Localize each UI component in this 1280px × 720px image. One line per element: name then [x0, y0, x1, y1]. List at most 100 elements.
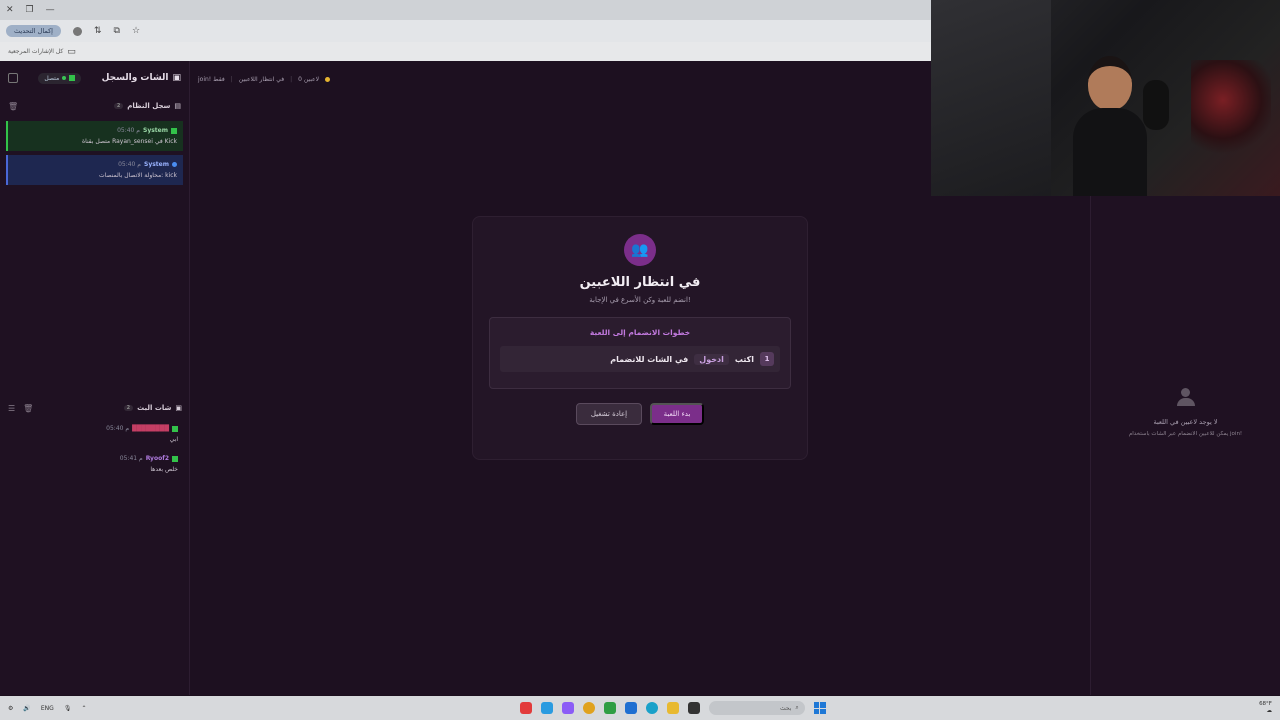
join-steps-box: خطوات الانضمام إلى اللعبة في الشات للانض…	[489, 317, 791, 389]
discord-icon[interactable]	[561, 702, 574, 714]
start-game-button[interactable]: بدء اللعبة	[650, 403, 704, 425]
system-log-count: 2	[113, 103, 124, 109]
separator: |	[290, 75, 293, 83]
player-count-label: 0 لاعبين	[298, 75, 320, 83]
step-number: 1	[760, 352, 774, 366]
players-panel: لا يوجد لاعبين في اللعبة يمكن للاعبين ال…	[1090, 196, 1280, 695]
kick-logo-icon	[172, 455, 178, 462]
chevron-up-icon[interactable]: ⌃	[81, 705, 86, 712]
telegram-icon[interactable]	[540, 702, 553, 714]
xbox-icon[interactable]	[603, 702, 616, 714]
app-icon[interactable]	[519, 702, 532, 714]
filter-icon[interactable]: ☰	[8, 404, 15, 413]
chat-bubble-icon: ▣	[172, 73, 181, 83]
streamer-figure	[1073, 56, 1147, 196]
log-time: 05:40 م	[117, 127, 140, 134]
chat-text: ابي	[169, 436, 178, 443]
edge-icon[interactable]	[645, 702, 658, 714]
chat-time: 05:41 م	[119, 455, 143, 462]
live-chat-header: ☰ 🗑 2 شات البث ▣	[0, 397, 190, 419]
mic-icon[interactable]: 🎙	[64, 705, 72, 712]
join-only-label: join! فقط	[198, 75, 225, 83]
webcam-lights	[1191, 60, 1271, 160]
browser-toolbar: إكمال التحديث ⇅ ⧉ ☆	[0, 20, 931, 42]
webcam-overlay	[931, 0, 1280, 196]
users-icon: 👥	[624, 234, 656, 266]
extensions-icon[interactable]: ⇅	[94, 26, 102, 36]
live-chat-section: ☰ 🗑 2 شات البث ▣ 05:40 م ████████ ابي 05…	[0, 397, 190, 479]
speaker-icon[interactable]: 🔊	[23, 705, 30, 712]
join-command: ادخول	[694, 353, 729, 365]
restore-icon[interactable]: ❐	[26, 5, 34, 15]
terminal-icon[interactable]	[687, 702, 700, 714]
chat-message: 05:41 م Ryoof2 خلص بعدها	[0, 449, 190, 479]
status-dot-icon	[325, 76, 331, 82]
person-icon	[1176, 388, 1195, 406]
windows-start-icon[interactable]	[813, 702, 826, 714]
bookmarks-bar: كل الإشارات المرجعية ▭	[0, 42, 931, 61]
waiting-card: 👥 في انتظار اللاعبين انضم للعبة وكن الأس…	[472, 216, 808, 460]
info-dot-icon	[172, 162, 177, 167]
folder-icon[interactable]	[666, 702, 679, 714]
profile-icon[interactable]	[72, 26, 82, 36]
join-step: في الشات للانضمام ادخول اكتب 1	[500, 346, 780, 372]
close-icon[interactable]: ✕	[6, 5, 14, 15]
kick-logo-icon	[172, 425, 178, 432]
live-chat-count: 2	[123, 405, 134, 411]
tabs-icon[interactable]: ⧉	[114, 26, 120, 36]
connection-status-badge: متصل	[38, 72, 82, 84]
taskbar-apps: بحث ⌕	[519, 701, 826, 715]
minimize-icon[interactable]: —	[46, 5, 55, 15]
taskbar: ⚙ 🔊 ENG 🎙 ⌃ بحث ⌕ 68°F ☁	[0, 696, 1280, 720]
sidebar-title-text: الشات والسجل	[101, 73, 169, 83]
chrome-icon[interactable]	[582, 702, 595, 714]
game-status-bar: join! فقط | في انتظار اللاعبين | 0 لاعبي…	[190, 61, 931, 97]
browser-chrome: ✕ ❐ — إكمال التحديث ⇅ ⧉ ☆ كل الإشارات ال…	[0, 0, 931, 61]
log-time: 05:40 م	[118, 161, 141, 168]
trash-icon[interactable]: 🗑	[23, 404, 33, 413]
no-players-hint: يمكن للاعبين الانضمام عبر الشات باستخدام…	[1128, 431, 1243, 437]
restart-button[interactable]: إعادة تشغيل	[576, 403, 642, 425]
update-button[interactable]: إكمال التحديث	[6, 25, 61, 37]
step-suffix: في الشات للانضمام	[610, 354, 689, 364]
bookmarks-label[interactable]: كل الإشارات المرجعية	[8, 48, 63, 55]
trash-icon[interactable]: 🗑	[8, 102, 18, 111]
sidebar-collapse-icon[interactable]	[8, 73, 18, 83]
chat-username: ████████	[132, 425, 169, 432]
system-log-header: 🗑 2 سجل النظام ▤	[0, 95, 189, 117]
search-placeholder: بحث	[779, 704, 792, 712]
join-steps-title: خطوات الانضمام إلى اللعبة	[589, 328, 691, 337]
taskbar-search[interactable]: بحث ⌕	[708, 701, 805, 715]
card-actions: إعادة تشغيل بدء اللعبة	[473, 403, 807, 425]
settings-icon[interactable]: ⚙	[8, 705, 13, 712]
chat-text: خلص بعدها	[150, 466, 178, 473]
weather-temp: 68°F	[1259, 701, 1272, 707]
kick-logo-icon	[69, 75, 76, 81]
lang-indicator[interactable]: ENG	[41, 705, 54, 712]
no-players-title: لا يوجد لاعبين في اللعبة	[1153, 418, 1218, 426]
log-entry: 05:40 م System متصل بقناة Rayan_sensei ف…	[6, 121, 183, 151]
sidebar: متصل الشات والسجل ▣ 🗑 2 سجل النظام ▤ 05:…	[0, 61, 190, 695]
sidebar-header: متصل الشات والسجل ▣	[0, 61, 189, 95]
kick-logo-icon	[171, 127, 177, 134]
log-icon: ▤	[174, 102, 181, 110]
browser-titlebar: ✕ ❐ —	[0, 0, 931, 20]
weather-icon: ☁	[1266, 708, 1272, 714]
step-write: اكتب	[734, 354, 754, 364]
search-icon: ⌕	[795, 704, 799, 711]
live-chat-title: شات البث	[137, 404, 172, 412]
log-sender: System	[143, 127, 168, 134]
folder-icon: ▭	[67, 46, 76, 57]
weather-widget[interactable]: 68°F ☁	[1259, 701, 1272, 715]
chat-message: 05:40 م ████████ ابي	[0, 419, 190, 449]
vscode-icon[interactable]	[624, 702, 637, 714]
log-sender: System	[144, 161, 169, 168]
star-icon[interactable]: ☆	[132, 26, 140, 36]
card-subtitle: انضم للعبة وكن الأسرع في الإجابة!	[589, 296, 691, 304]
webcam-background	[931, 0, 1051, 196]
system-tray: ⚙ 🔊 ENG 🎙 ⌃	[8, 705, 86, 712]
chat-time: 05:40 م	[106, 425, 130, 432]
chat-bubble-icon: ▣	[175, 404, 182, 412]
microphone-figure	[1143, 80, 1169, 130]
log-text: متصل بقناة Rayan_sensei في Kick	[81, 138, 177, 145]
